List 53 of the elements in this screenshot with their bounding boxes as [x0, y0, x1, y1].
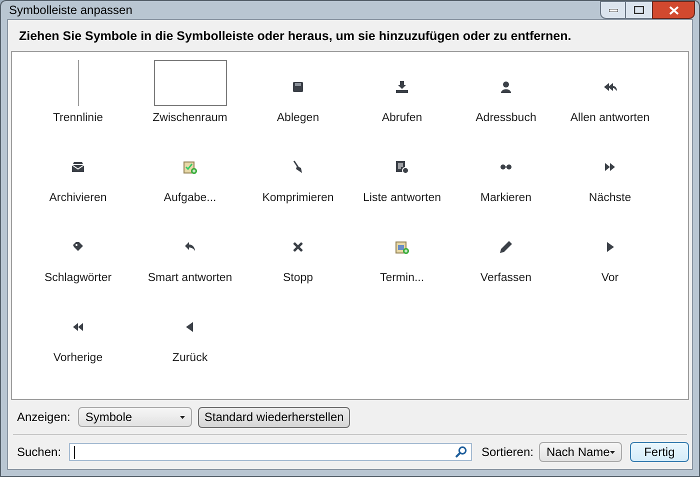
minimize-button[interactable]: [600, 1, 626, 19]
toolbar-item-label: Zurück: [172, 351, 208, 366]
toolbar-item-label: Smart antworten: [148, 271, 232, 286]
inbox-icon[interactable]: [71, 160, 85, 174]
maximize-button[interactable]: [626, 1, 652, 19]
window-title: Symbolleiste anpassen: [9, 2, 132, 20]
close-button[interactable]: [652, 1, 695, 19]
cross-icon[interactable]: [291, 240, 305, 254]
done-button[interactable]: Fertig: [630, 442, 689, 462]
space-box[interactable]: [154, 60, 226, 106]
sort-label: Sortieren:: [481, 444, 534, 461]
toolbar-item-label: Vor: [601, 271, 619, 286]
appointment-icon[interactable]: [395, 240, 409, 254]
pencil-icon[interactable]: [499, 240, 513, 254]
search-icon: [455, 446, 468, 458]
search-label: Suchen:: [17, 444, 62, 461]
maximize-icon: [634, 6, 644, 14]
toolbar-item-label: Adressbuch: [476, 111, 536, 126]
tag-icon[interactable]: [71, 240, 85, 254]
toolbar-item-label: Archivieren: [49, 191, 107, 206]
floppy-icon[interactable]: [291, 80, 305, 94]
task-icon[interactable]: [183, 160, 197, 174]
list-info-icon[interactable]: [395, 160, 409, 174]
toolbar-item-label: Stopp: [282, 271, 314, 286]
toolbar-item-label: Allen antworten: [570, 111, 650, 126]
show-dropdown[interactable]: Symbole: [78, 407, 192, 427]
toolbar-item-label: Termin...: [380, 271, 424, 286]
close-icon: [668, 6, 678, 14]
download-icon[interactable]: [395, 80, 409, 94]
caret-icon: [180, 416, 186, 418]
reply-icon[interactable]: [183, 240, 197, 254]
restore-defaults-button[interactable]: Standard wiederherstellen: [198, 406, 350, 428]
toolbar-item-label: Verfassen: [480, 271, 532, 286]
toolbar-item-label: Abrufen: [382, 111, 422, 126]
toolbar-item-label: Nächste: [588, 191, 632, 206]
toolbar-item-label: Schlagwörter: [44, 271, 112, 286]
person-icon[interactable]: [499, 80, 513, 94]
toolbar-item-label: Aufgabe...: [164, 191, 216, 206]
search-field[interactable]: [69, 443, 472, 461]
toolbar-item-label: Komprimieren: [262, 191, 334, 206]
text-cursor: [74, 446, 76, 458]
sort-dropdown[interactable]: Nach Name: [539, 442, 622, 462]
toolbar-item-label: Zwischenraum: [152, 111, 228, 126]
broom-icon[interactable]: [291, 160, 305, 174]
minimize-icon: [608, 8, 618, 12]
toolbar-item-label: Vorherige: [53, 351, 103, 366]
instruction-text: Ziehen Sie Symbole in die Symbolleiste oder heraus, um sie hinzuzufügen oder zu entfernen.: [18, 28, 572, 46]
toolbar-item-label: Liste antworten: [363, 191, 441, 206]
toolbar-item-label: Ablegen: [276, 111, 320, 126]
show-label: Anzeigen:: [17, 409, 70, 426]
caret-icon: [610, 450, 615, 454]
toolbar-item-label: Trennlinie: [52, 111, 104, 126]
toolbar-item-label: Markieren: [480, 191, 532, 206]
